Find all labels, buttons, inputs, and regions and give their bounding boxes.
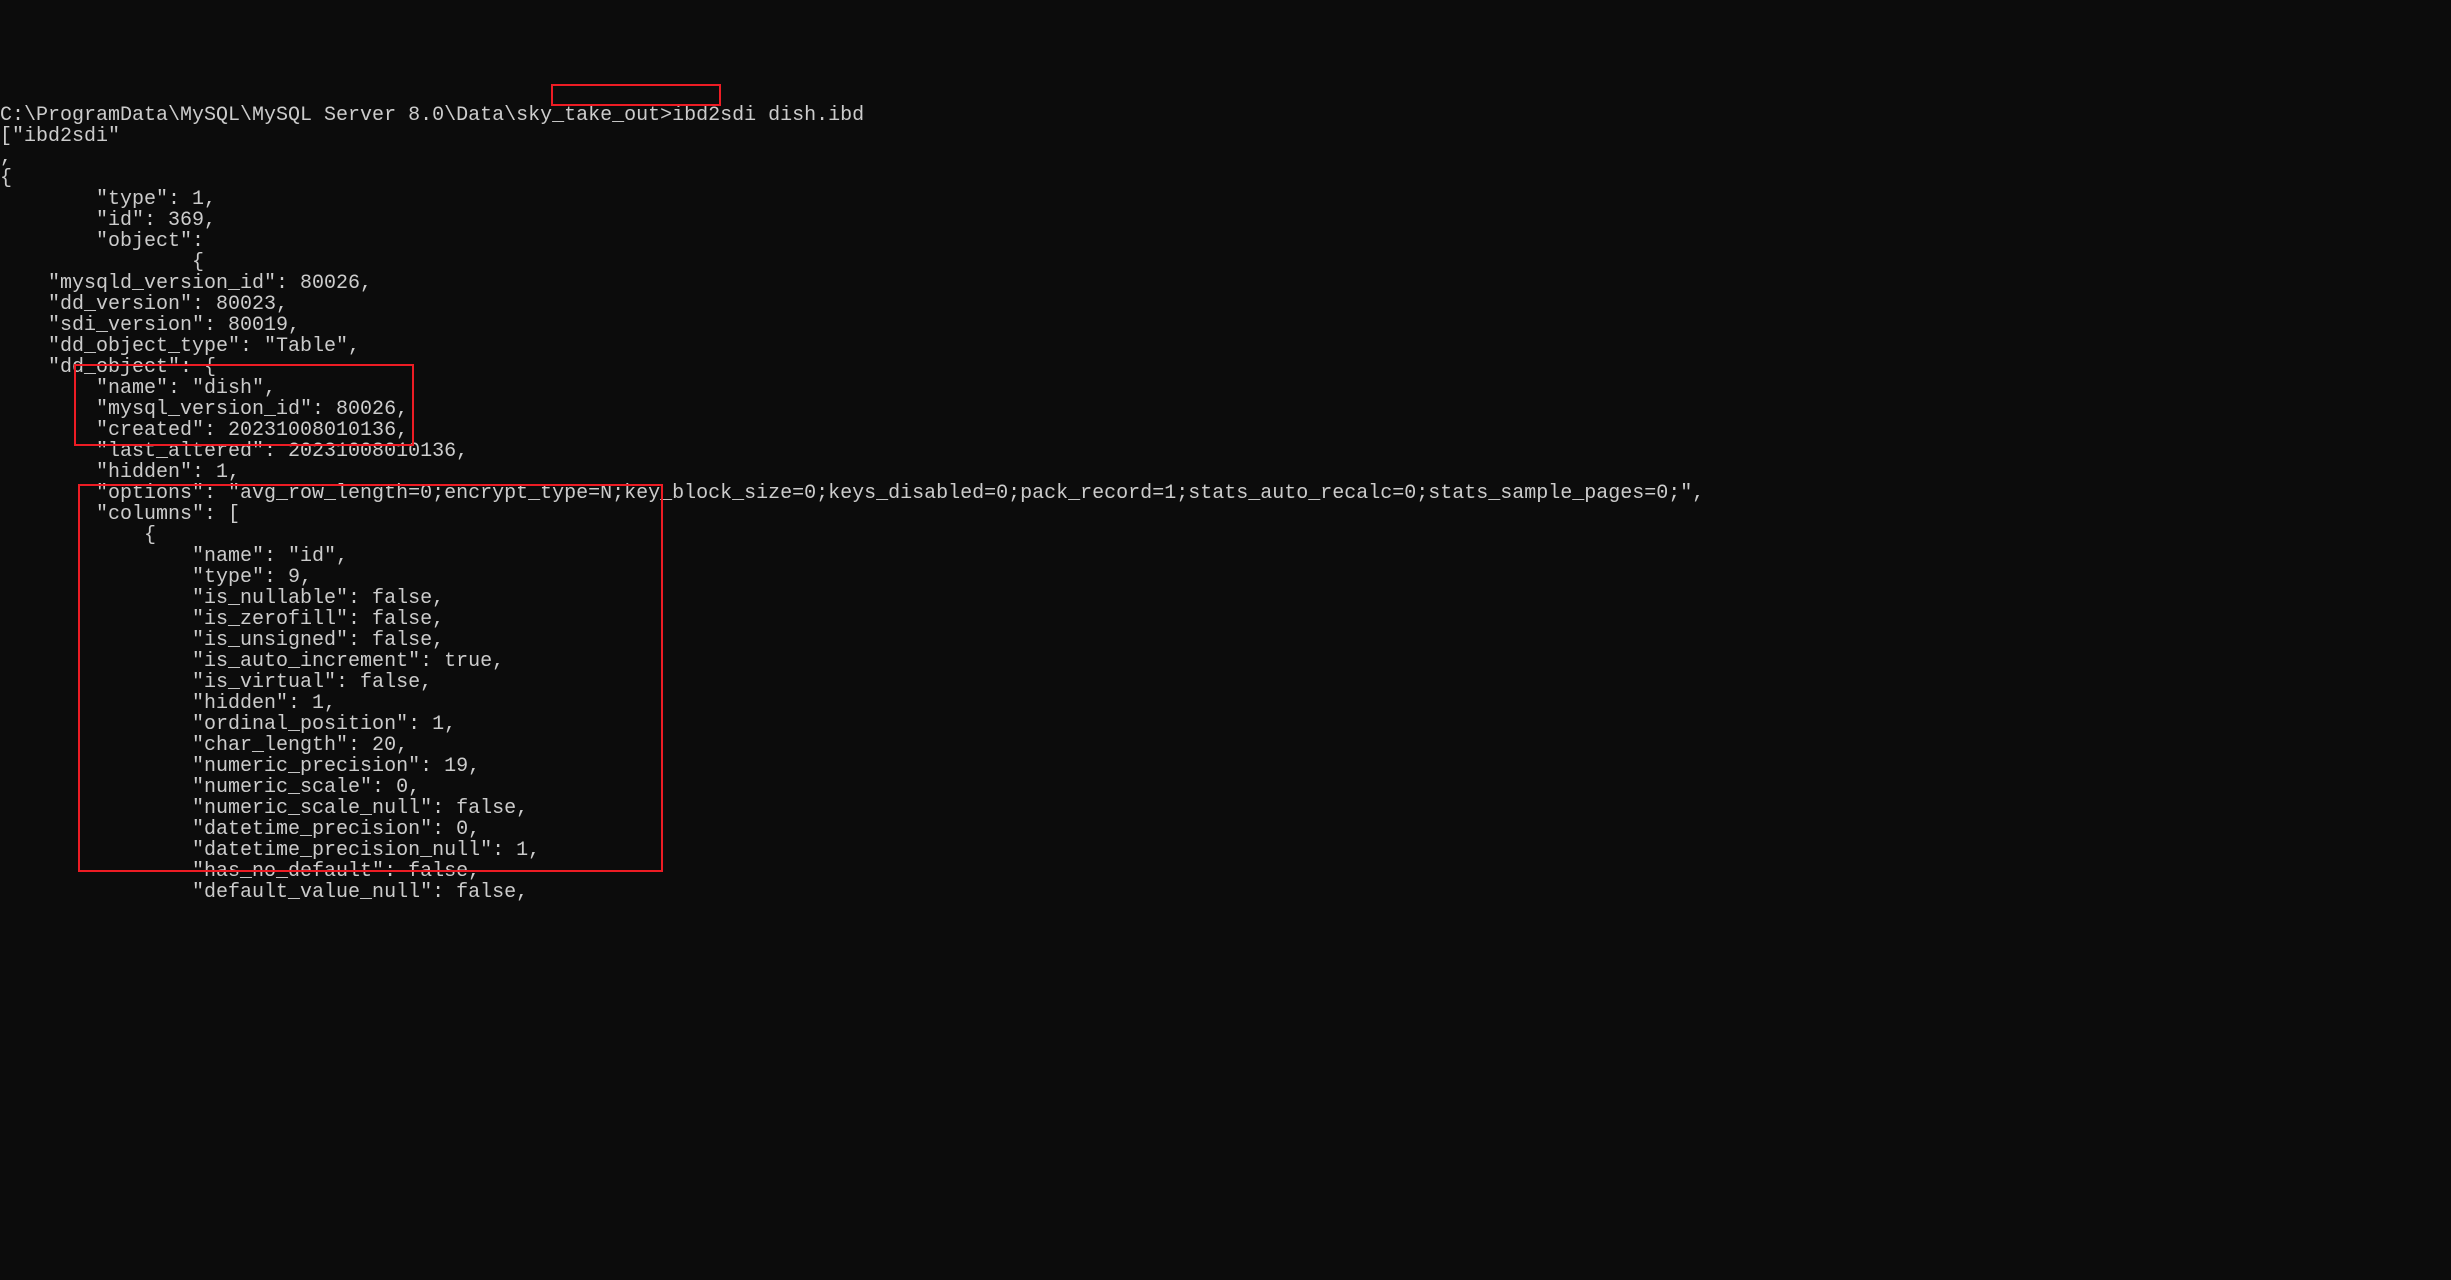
output-line: "id": 369, — [0, 209, 216, 232]
output-line: "object": — [0, 230, 204, 253]
output-line: "is_auto_increment": true, — [0, 650, 504, 673]
output-line: , — [0, 146, 12, 169]
output-line: ["ibd2sdi" — [0, 125, 120, 148]
output-line: "type": 1, — [0, 188, 216, 211]
output-line: "dd_object": { — [0, 356, 216, 379]
output-line: "has_no_default": false, — [0, 860, 480, 883]
output-line: "is_virtual": false, — [0, 671, 432, 694]
output-line: { — [0, 167, 12, 190]
output-line: "mysqld_version_id": 80026, — [0, 272, 372, 295]
output-line: "sdi_version": 80019, — [0, 314, 300, 337]
output-line: "char_length": 20, — [0, 734, 408, 757]
output-line: "numeric_precision": 19, — [0, 755, 480, 778]
output-line: "dd_version": 80023, — [0, 293, 288, 316]
output-line: "mysql_version_id": 80026, — [0, 398, 408, 421]
output-line: "is_zerofill": false, — [0, 608, 444, 631]
highlight-box-command — [551, 84, 721, 106]
output-line: "datetime_precision": 0, — [0, 818, 480, 841]
output-line: "last_altered": 20231008010136, — [0, 440, 468, 463]
output-line: "name": "dish", — [0, 377, 276, 400]
output-line: "ordinal_position": 1, — [0, 713, 456, 736]
command-input: ibd2sdi dish.ibd — [672, 104, 864, 127]
output-line: "is_unsigned": false, — [0, 629, 444, 652]
output-line: "columns": [ — [0, 503, 240, 526]
output-line: "dd_object_type": "Table", — [0, 335, 360, 358]
output-line: { — [0, 251, 204, 274]
prompt-path: C:\ProgramData\MySQL\MySQL Server 8.0\Da… — [0, 104, 672, 127]
output-line: "default_value_null": false, — [0, 881, 528, 904]
output-line: "numeric_scale_null": false, — [0, 797, 528, 820]
output-line: "options": "avg_row_length=0;encrypt_typ… — [0, 482, 1704, 505]
output-line: { — [0, 524, 156, 547]
output-line: "numeric_scale": 0, — [0, 776, 420, 799]
output-line: "type": 9, — [0, 566, 312, 589]
output-line: "hidden": 1, — [0, 461, 240, 484]
output-line: "name": "id", — [0, 545, 348, 568]
output-line: "hidden": 1, — [0, 692, 336, 715]
terminal-output[interactable]: C:\ProgramData\MySQL\MySQL Server 8.0\Da… — [0, 84, 2451, 966]
output-line: "created": 20231008010136, — [0, 419, 408, 442]
output-line: "is_nullable": false, — [0, 587, 444, 610]
output-line: "datetime_precision_null": 1, — [0, 839, 540, 862]
